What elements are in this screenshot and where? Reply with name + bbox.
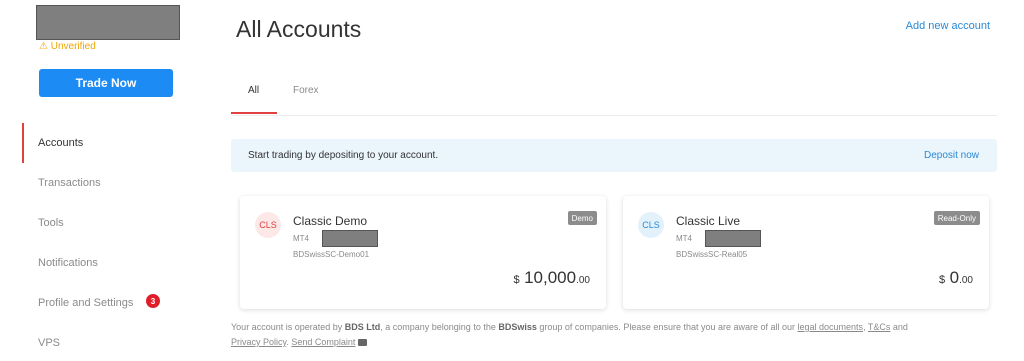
terms-link[interactable]: T&Cs [868, 322, 891, 332]
tab-all[interactable]: All [248, 85, 259, 96]
send-complaint-link[interactable]: Send Complaint [291, 337, 355, 347]
add-new-account-link[interactable]: Add new account [906, 20, 990, 32]
active-nav-indicator [22, 123, 24, 163]
account-type-icon: CLS [638, 212, 664, 238]
account-type-icon: CLS [255, 212, 281, 238]
balance-currency: $ [513, 274, 520, 286]
sidebar: ⚠ Unverified Trade Now Accounts Transact… [0, 0, 200, 361]
legal-footer: Your account is operated by BDS Ltd, a c… [231, 320, 1001, 350]
redacted-account-number [322, 230, 378, 247]
account-tabs: All Forex [231, 80, 997, 116]
privacy-policy-link[interactable]: Privacy Policy [231, 337, 286, 347]
page-title: All Accounts [236, 16, 362, 42]
account-name: Classic Live [676, 214, 741, 228]
balance-integer: 0 [949, 268, 960, 287]
chat-icon [358, 339, 368, 347]
footer-group: BDSwiss [498, 322, 537, 332]
balance-integer: 10,000 [524, 268, 577, 287]
sidebar-item-notifications[interactable]: Notifications [38, 257, 98, 269]
balance-decimal: .00 [959, 275, 973, 286]
account-card-live[interactable]: CLS Classic Live MT4 BDSwissSC-Real05 Re… [623, 196, 989, 309]
account-tag-badge: Read-Only [933, 211, 980, 225]
redacted-user-info [36, 5, 180, 40]
footer-company: BDS Ltd [344, 322, 381, 332]
footer-text: group of companies. Please ensure that y… [536, 322, 798, 332]
sidebar-item-accounts[interactable]: Accounts [38, 137, 83, 149]
account-platform: MT4 [676, 234, 692, 243]
footer-separator: and [890, 322, 908, 332]
trade-now-button[interactable]: Trade Now [39, 69, 173, 97]
notification-count-badge: 3 [146, 294, 160, 308]
redacted-account-number [705, 230, 761, 247]
sidebar-item-tools[interactable]: Tools [38, 217, 64, 229]
active-tab-underline [231, 112, 277, 114]
account-platform: MT4 [293, 234, 309, 243]
footer-text: Your account is operated by [231, 322, 345, 332]
deposit-banner: Start trading by depositing to your acco… [231, 139, 997, 172]
account-server: BDSwissSC-Demo01 [293, 250, 370, 259]
deposit-now-link[interactable]: Deposit now [924, 150, 979, 161]
balance-decimal: .00 [576, 275, 590, 286]
account-card-demo[interactable]: CLS Classic Demo MT4 BDSwissSC-Demo01 De… [240, 196, 606, 309]
tab-forex[interactable]: Forex [293, 85, 319, 96]
sidebar-item-profile-settings[interactable]: Profile and Settings [38, 297, 133, 309]
account-balance: $ 10,000.00 [514, 268, 590, 288]
account-server: BDSwissSC-Real05 [676, 250, 748, 259]
legal-documents-link[interactable]: legal documents [798, 322, 864, 332]
account-tag-badge: Demo [567, 211, 597, 225]
account-name: Classic Demo [293, 214, 368, 228]
account-balance: $ 0.00 [939, 268, 973, 288]
verification-status[interactable]: ⚠ Unverified [39, 41, 96, 52]
footer-text: , a company belonging to the [380, 322, 499, 332]
balance-currency: $ [939, 274, 946, 286]
banner-message: Start trading by depositing to your acco… [248, 150, 439, 161]
sidebar-item-transactions[interactable]: Transactions [38, 177, 101, 189]
sidebar-item-vps[interactable]: VPS [38, 337, 60, 349]
